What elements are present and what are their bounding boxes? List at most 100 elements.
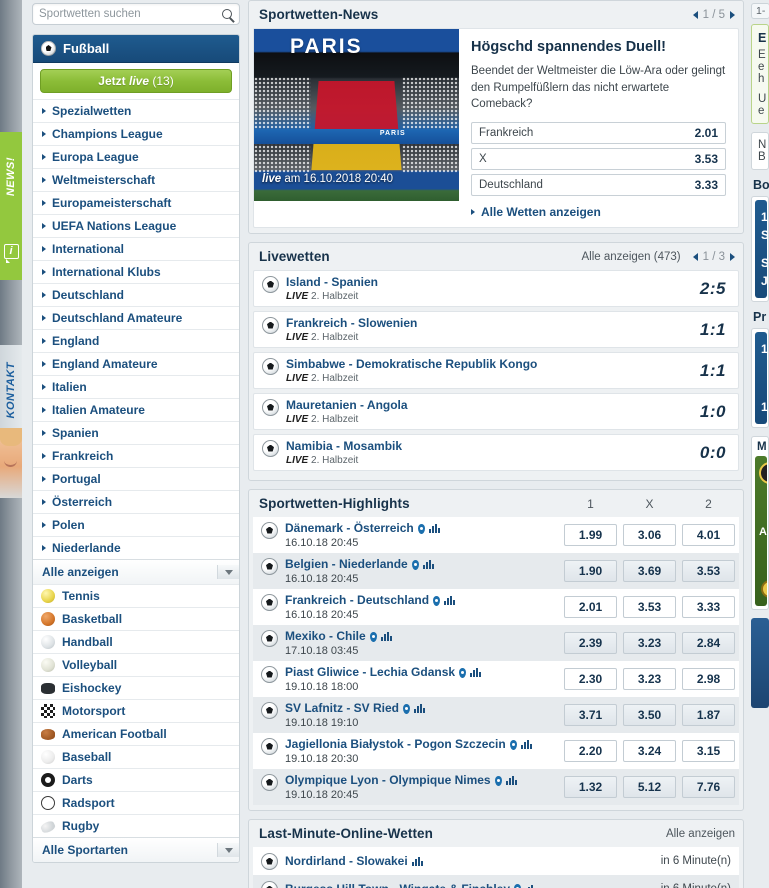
search-icon[interactable] [219,4,239,24]
sidebar-league-polen[interactable]: Polen [33,513,239,536]
search-input[interactable] [33,8,219,20]
sidebar-league-spanien[interactable]: Spanien [33,421,239,444]
last-minute-row[interactable]: Burgess Hill Town - Wingate & Finchley i… [253,875,739,888]
highlight-match-row[interactable]: Belgien - Niederlande 16.10.18 20:45 1.9… [253,553,739,590]
news-tab[interactable]: NEWS! [0,132,22,222]
live-match-row[interactable]: Island - Spanien LIVE 2. Halbzeit 2:5 [253,270,739,308]
location-pin-icon[interactable] [494,775,502,786]
sidebar-league-portugal[interactable]: Portugal [33,467,239,490]
news-odd-row[interactable]: X 3.53 [471,148,726,171]
odd-button[interactable]: 5.12 [623,776,676,799]
last-minute-show-all[interactable]: Alle anzeigen [666,828,735,840]
location-pin-icon[interactable] [514,884,522,888]
location-pin-icon[interactable] [403,703,411,714]
odd-button[interactable]: 2.30 [564,668,617,691]
chevron-down-icon-2[interactable] [217,843,239,857]
news-odd-row[interactable]: Deutschland 3.33 [471,174,726,197]
odd-button[interactable]: 3.24 [623,740,676,763]
sidebar-league-niederlande[interactable]: Niederlande [33,536,239,559]
prev-arrow-icon[interactable] [692,10,698,19]
odd-button[interactable]: 3.15 [682,740,735,763]
chevron-down-icon[interactable] [217,565,239,579]
sidebar-sport-basketball[interactable]: Basketball [33,607,239,630]
info-tab[interactable]: i [0,222,22,280]
stats-bars-icon[interactable] [411,856,423,866]
sidebar-sport-darts[interactable]: Darts [33,768,239,791]
sidebar-sport-eishockey[interactable]: Eishockey [33,676,239,699]
location-pin-icon[interactable] [411,559,419,570]
sidebar-sport-handball[interactable]: Handball [33,630,239,653]
location-pin-icon[interactable] [509,739,517,750]
stats-bars-icon[interactable] [414,704,426,714]
odd-button[interactable]: 3.53 [623,596,676,619]
odd-button[interactable]: 3.71 [564,704,617,727]
stats-bars-icon[interactable] [505,776,517,786]
promo-banner-card[interactable]: 1 1 [751,328,769,428]
active-sport-header[interactable]: Fußball [33,35,239,63]
bonus-banner[interactable]: 1 S S J [755,200,768,298]
location-pin-icon[interactable] [417,523,425,534]
live-match-row[interactable]: Mauretanien - Angola LIVE 2. Halbzeit 1:… [253,393,739,431]
location-pin-icon[interactable] [433,595,441,606]
right-pill[interactable]: 1- [751,3,769,19]
support-agent-avatar[interactable] [0,428,22,498]
sidebar-league-spezialwetten[interactable]: Spezialwetten [33,99,239,122]
odd-button[interactable]: 3.50 [623,704,676,727]
next-arrow-icon-live[interactable] [730,252,735,261]
casino-banner-card[interactable]: M A [751,436,769,610]
sidebar-league-europa-league[interactable]: Europa League [33,145,239,168]
promo-banner[interactable]: 1 1 [755,332,768,424]
odd-button[interactable]: 2.84 [682,632,735,655]
odd-button[interactable]: 7.76 [682,776,735,799]
odd-button[interactable]: 3.23 [623,632,676,655]
casino-banner[interactable]: A [755,456,767,606]
kontakt-tab[interactable]: KONTAKT [0,345,22,435]
sidebar-sport-rugby[interactable]: Rugby [33,814,239,837]
sidebar-league-österreich[interactable]: Österreich [33,490,239,513]
news-odd-row[interactable]: Frankreich 2.01 [471,122,726,145]
last-minute-row[interactable]: Nordirland - Slowakei in 6 Minute(n) [253,847,739,876]
odd-button[interactable]: 1.99 [564,524,617,547]
odd-button[interactable]: 4.01 [682,524,735,547]
highlight-match-row[interactable]: Mexiko - Chile 17.10.18 03:45 2.39 3.23 2.… [253,625,739,662]
sidebar-league-italien-amateure[interactable]: Italien Amateure [33,398,239,421]
sidebar-league-europameisterschaft[interactable]: Europameisterschaft [33,191,239,214]
all-bets-link[interactable]: Alle Wetten anzeigen [471,205,726,219]
odd-button[interactable]: 2.20 [564,740,617,763]
show-all-sports-button[interactable]: Alle Sportarten [33,837,239,862]
sidebar-sport-volleyball[interactable]: Volleyball [33,653,239,676]
prev-arrow-icon-live[interactable] [692,252,698,261]
sidebar-league-deutschland-amateure[interactable]: Deutschland Amateure [33,306,239,329]
sidebar-league-international-klubs[interactable]: International Klubs [33,260,239,283]
sidebar-league-england[interactable]: England [33,329,239,352]
bonus-banner-card[interactable]: 1 S S J [751,196,769,302]
sidebar-sport-motorsport[interactable]: Motorsport [33,699,239,722]
bottom-banner-card[interactable] [751,618,769,708]
show-all-leagues-button[interactable]: Alle anzeigen [33,559,239,584]
sidebar-league-international[interactable]: International [33,237,239,260]
odd-button[interactable]: 1.32 [564,776,617,799]
sidebar-league-frankreich[interactable]: Frankreich [33,444,239,467]
stats-bars-icon[interactable] [444,596,456,606]
odd-button[interactable]: 3.23 [623,668,676,691]
sidebar-sport-tennis[interactable]: Tennis [33,584,239,607]
highlight-match-row[interactable]: Jagiellonia Białystok - Pogon Szczecin 1… [253,733,739,770]
odd-button[interactable]: 2.01 [564,596,617,619]
stats-bars-icon[interactable] [380,632,392,642]
stats-bars-icon[interactable] [422,560,434,570]
odd-button[interactable]: 3.69 [623,560,676,583]
sidebar-league-weltmeisterschaft[interactable]: Weltmeisterschaft [33,168,239,191]
odd-button[interactable]: 3.33 [682,596,735,619]
highlight-match-row[interactable]: Frankreich - Deutschland 16.10.18 20:45 … [253,589,739,626]
sidebar-sport-radsport[interactable]: Radsport [33,791,239,814]
odd-button[interactable]: 1.90 [564,560,617,583]
jetzt-live-button[interactable]: Jetzt live (13) [40,69,232,93]
live-match-row[interactable]: Simbabwe - Demokratische Republik Kongo … [253,352,739,390]
sidebar-league-uefa-nations-league[interactable]: UEFA Nations League [33,214,239,237]
live-match-row[interactable]: Frankreich - Slowenien LIVE 2. Halbzeit … [253,311,739,349]
sidebar-league-deutschland[interactable]: Deutschland [33,283,239,306]
location-pin-icon[interactable] [369,631,377,642]
odd-button[interactable]: 3.06 [623,524,676,547]
stats-bars-icon[interactable] [470,668,482,678]
highlight-match-row[interactable]: SV Lafnitz - SV Ried 19.10.18 19:10 3.71… [253,697,739,734]
